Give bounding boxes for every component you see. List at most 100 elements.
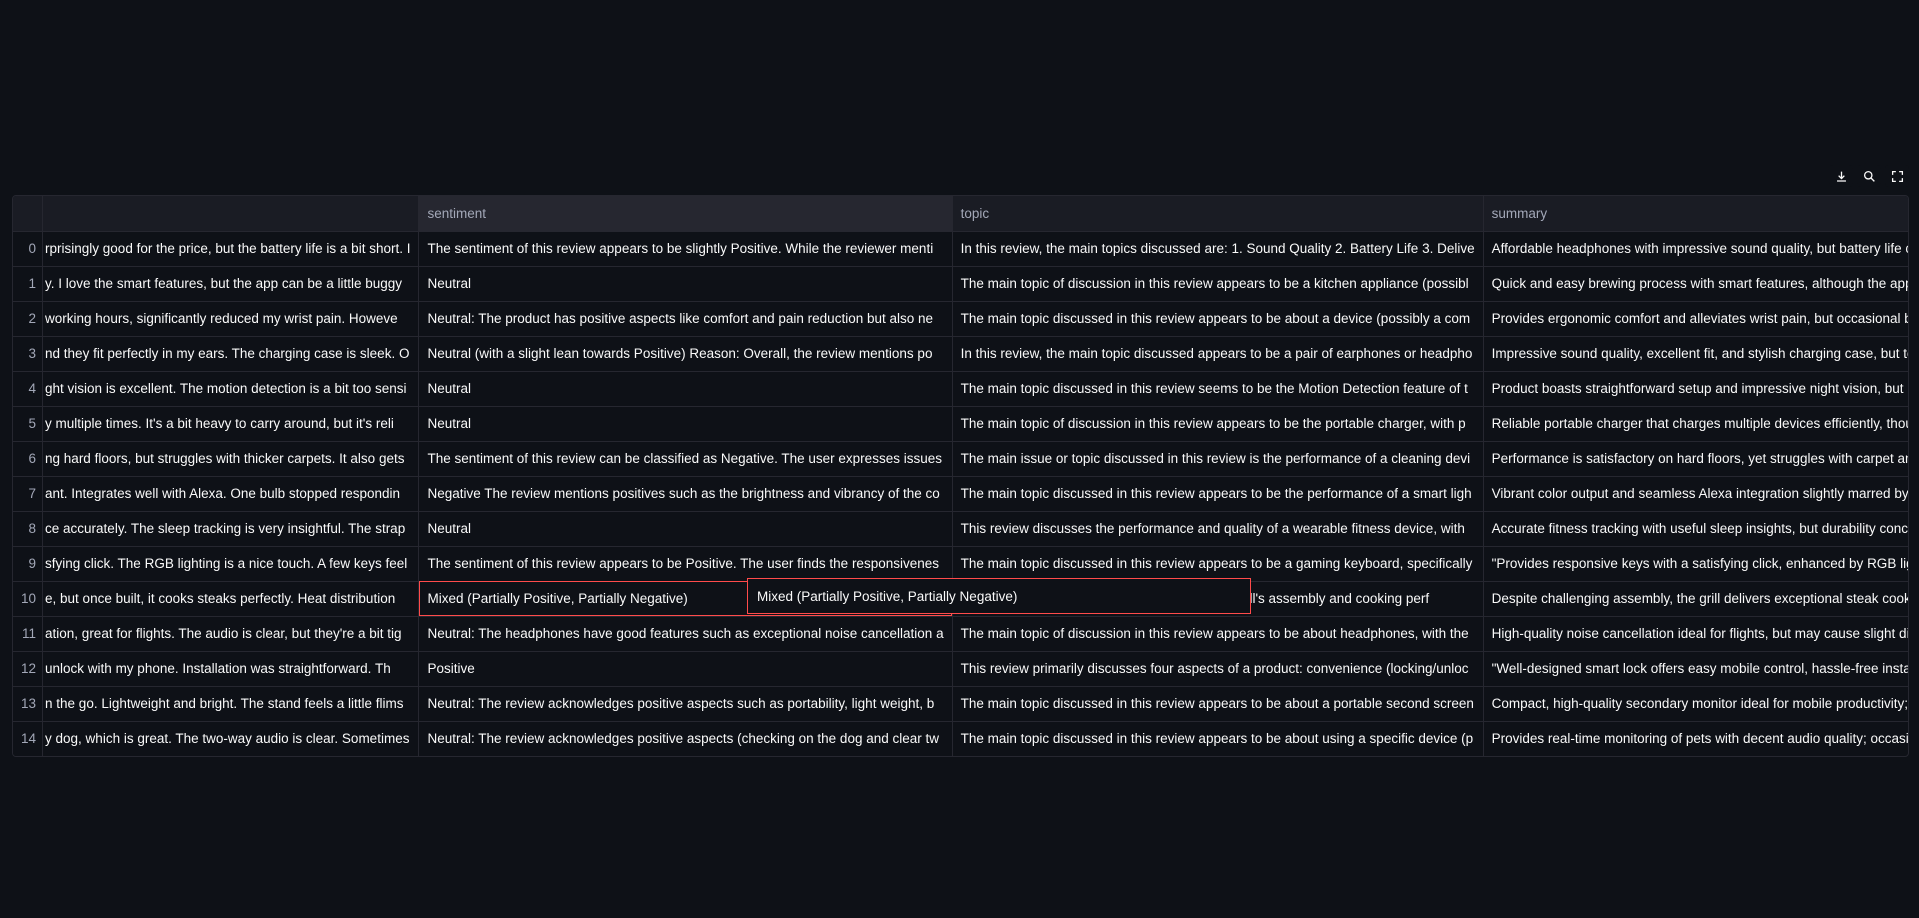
review-cell-text: y multiple times. It's a bit heavy to ca… [45,416,394,431]
review-cell[interactable]: ght vision is excellent. The motion dete… [42,371,420,407]
review-cell[interactable]: y dog, which is great. The two-way audio… [42,721,420,756]
table-row[interactable]: 14 y dog, which is great. The two-way aud… [13,721,1908,756]
summary-cell[interactable]: Despite challenging assembly, the grill … [1483,581,1908,617]
review-cell-text: unlock with my phone. Installation was s… [45,661,391,676]
row-index-cell: 5 [13,406,44,442]
summary-cell[interactable]: Compact, high-quality secondary monitor … [1483,686,1908,722]
table-row[interactable]: 8 ce accurately. The sleep tracking is ve… [13,511,1908,547]
table-row[interactable]: 11 ation, great for flights. The audio is… [13,616,1908,652]
summary-cell[interactable]: Product boasts straightforward setup and… [1483,371,1908,407]
summary-cell[interactable]: Vibrant color output and seamless Alexa … [1483,476,1908,512]
summary-cell[interactable]: "Well-designed smart lock offers easy mo… [1483,651,1908,687]
table-row[interactable]: 7 ant. Integrates well with Alexa. One bu… [13,476,1908,512]
review-cell[interactable]: unlock with my phone. Installation was s… [42,651,420,687]
review-cell[interactable]: rprisingly good for the price, but the b… [42,231,420,267]
review-cell-text: n the go. Lightweight and bright. The st… [45,696,404,711]
table-row[interactable]: 2 working hours, significantly reduced my… [13,301,1908,337]
table-row[interactable]: 13 n the go. Lightweight and bright. The … [13,686,1908,722]
summary-cell[interactable]: "Provides responsive keys with a satisfy… [1483,546,1908,582]
row-index-cell: 2 [13,301,44,337]
review-cell[interactable]: ation, great for flights. The audio is c… [42,616,420,652]
row-index-cell: 12 [13,651,44,687]
table-row[interactable]: 9 sfying click. The RGB lighting is a nic… [13,546,1908,582]
review-cell[interactable]: ant. Integrates well with Alexa. One bul… [42,476,420,512]
review-cell[interactable]: nd they fit perfectly in my ears. The ch… [42,336,420,372]
column-header-topic[interactable]: topic [952,196,1484,232]
sentiment-cell[interactable]: The sentiment of this review appears to … [418,546,953,582]
summary-cell[interactable]: Impressive sound quality, excellent fit,… [1483,336,1908,372]
table-row[interactable]: 5y multiple times. It's a bit heavy to c… [13,406,1908,442]
header-row: sentiment topic summary [13,196,1908,232]
table-row[interactable]: 6 ng hard floors, but struggles with thic… [13,441,1908,477]
table-row[interactable]: 1 y. I love the smart features, but the a… [13,266,1908,302]
topic-cell[interactable]: In this review, the main topic discussed… [952,336,1484,372]
topic-cell[interactable]: The main topic discussed in this review … [952,301,1484,337]
table-row[interactable]: 4 ght vision is excellent. The motion det… [13,371,1908,407]
sentiment-cell[interactable]: Neutral: The review acknowledges positiv… [418,686,953,722]
topic-cell[interactable]: This review primarily discusses four asp… [952,651,1484,687]
summary-cell[interactable]: Provides ergonomic comfort and alleviate… [1483,301,1908,337]
topic-cell[interactable]: The main topic of discussion in this rev… [952,406,1484,442]
sentiment-cell[interactable]: The sentiment of this review appears to … [418,231,953,267]
summary-cell[interactable]: Performance is satisfactory on hard floo… [1483,441,1908,477]
summary-cell[interactable]: Quick and easy brewing process with smar… [1483,266,1908,302]
review-cell-text: e, but once built, it cooks steaks perfe… [45,591,396,606]
table-row[interactable]: 3nd they fit perfectly in my ears. The c… [13,336,1908,372]
review-cell-text: nd they fit perfectly in my ears. The ch… [45,346,410,361]
topic-cell[interactable]: The main topic of discussion in this rev… [952,616,1484,652]
review-cell[interactable]: ce accurately. The sleep tracking is ver… [42,511,420,547]
row-index-cell: 6 [13,441,44,477]
summary-cell[interactable]: High-quality noise cancellation ideal fo… [1483,616,1908,652]
review-cell-text: ght vision is excellent. The motion dete… [45,381,407,396]
review-cell[interactable]: working hours, significantly reduced my … [42,301,420,337]
topic-cell[interactable]: The main issue or topic discussed in thi… [952,441,1484,477]
review-cell-text: ation, great for flights. The audio is c… [45,626,402,641]
sentiment-cell[interactable]: Negative The review mentions positives s… [418,476,953,512]
sentiment-cell[interactable]: Positive [418,651,953,687]
sentiment-cell[interactable]: Neutral [418,371,953,407]
row-index-cell: 13 [13,686,44,722]
search-button[interactable] [1857,165,1881,187]
row-index-cell: 1 [13,266,44,302]
topic-cell[interactable]: This review discusses the performance an… [952,511,1484,547]
sentiment-cell[interactable]: Neutral [418,406,953,442]
row-index-cell: 4 [13,371,44,407]
review-cell[interactable]: y. I love the smart features, but the ap… [42,266,420,302]
topic-cell[interactable]: The main topic discussed in this review … [952,476,1484,512]
summary-cell[interactable]: Affordable headphones with impressive so… [1483,231,1908,267]
column-header-summary[interactable]: summary [1483,196,1908,232]
dataframe-grid[interactable]: sentiment topic summary 0 rprisingly good… [12,195,1909,757]
sentiment-cell[interactable]: Neutral (with a slight lean towards Posi… [418,336,953,372]
summary-cell[interactable]: Accurate fitness tracking with useful sl… [1483,511,1908,547]
sentiment-cell[interactable]: Neutral: The product has positive aspect… [418,301,953,337]
sentiment-cell[interactable]: Neutral: The headphones have good featur… [418,616,953,652]
sentiment-cell[interactable]: Neutral [418,266,953,302]
review-cell[interactable]: n the go. Lightweight and bright. The st… [42,686,420,722]
summary-cell[interactable]: Provides real-time monitoring of pets wi… [1483,721,1908,756]
topic-cell[interactable]: The main topic discussed in this review … [952,686,1484,722]
table-row[interactable]: 12 unlock with my phone. Installation was… [13,651,1908,687]
topic-cell[interactable]: The main topic discussed in this review … [952,371,1484,407]
download-button[interactable] [1829,165,1853,187]
topic-cell[interactable]: The main topic discussed in this review … [952,546,1484,582]
sentiment-cell[interactable]: Neutral [418,511,953,547]
sentiment-cell[interactable]: The sentiment of this review can be clas… [418,441,953,477]
table-row[interactable]: 0 rprisingly good for the price, but the … [13,231,1908,267]
row-index-cell: 11 [13,616,44,652]
topic-cell[interactable]: The main topic discussed in this review … [952,721,1484,756]
review-cell[interactable]: ng hard floors, but struggles with thick… [42,441,420,477]
fullscreen-button[interactable] [1885,165,1909,187]
review-cell[interactable]: e, but once built, it cooks steaks perfe… [42,581,420,617]
row-index-cell: 9 [13,546,44,582]
topic-cell[interactable]: In this review, the main topics discusse… [952,231,1484,267]
column-header-review[interactable] [42,196,420,232]
sentiment-cell[interactable]: Neutral: The review acknowledges positiv… [418,721,953,756]
summary-cell[interactable]: Reliable portable charger that charges m… [1483,406,1908,442]
review-cell-text: working hours, significantly reduced my … [45,311,398,326]
cell-editor-overlay[interactable]: Mixed (Partially Positive, Partially Neg… [747,578,1251,614]
review-cell[interactable]: y multiple times. It's a bit heavy to ca… [42,406,420,442]
row-index-cell: 10 [13,581,44,617]
topic-cell[interactable]: The main topic of discussion in this rev… [952,266,1484,302]
review-cell[interactable]: sfying click. The RGB lighting is a nice… [42,546,420,582]
column-header-sentiment[interactable]: sentiment [418,196,953,232]
